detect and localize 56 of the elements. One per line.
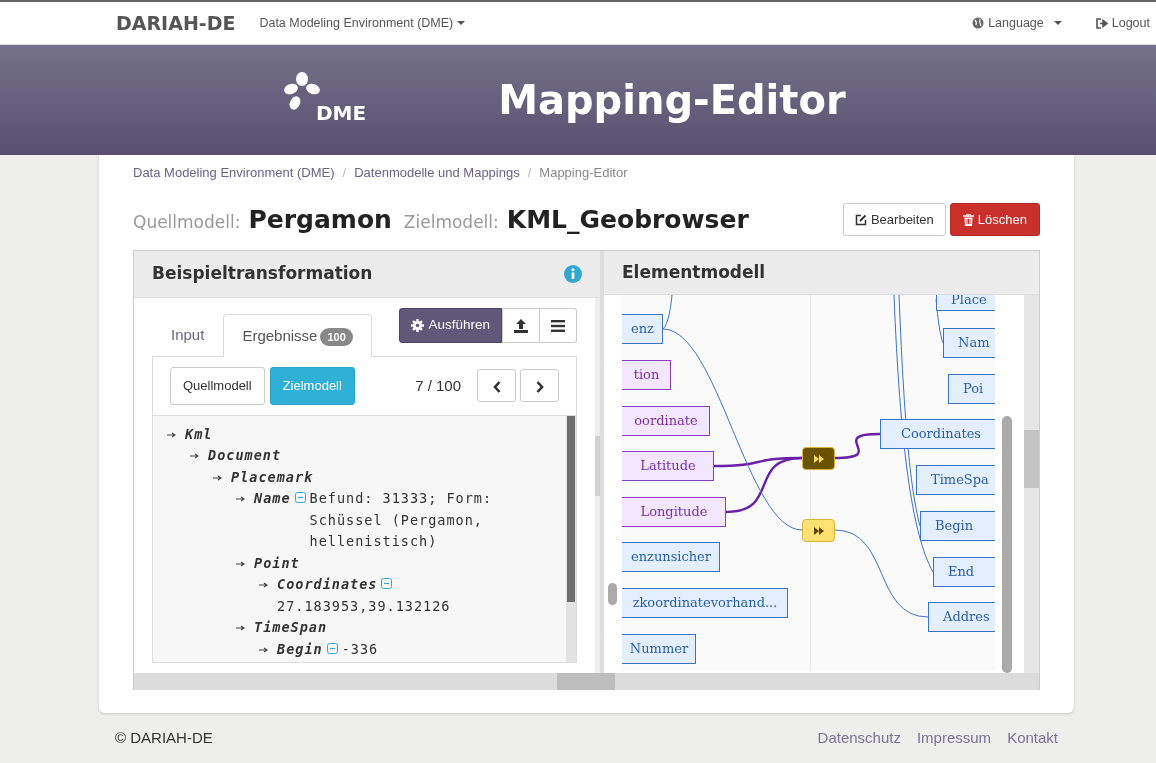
target-element-node[interactable]: Addres (928, 602, 995, 632)
target-model-name: KML_Geobrowser (506, 203, 749, 236)
breadcrumb-item[interactable]: Data Modeling Environment (DME) (133, 163, 335, 189)
breadcrumb-item: Mapping-Editor (539, 164, 628, 182)
breadcrumb-item[interactable]: Datenmodelle und Mappings (354, 163, 520, 189)
breadcrumb-separator: / (342, 164, 347, 182)
language-menu[interactable]: Language (972, 13, 1062, 33)
brand-title[interactable]: DARIAH-DE (116, 8, 236, 38)
source-element-node[interactable]: oordinate (622, 406, 710, 436)
menu-link[interactable]: Data Modeling Environment (DME) (259, 13, 466, 33)
heading-label: Zielmodell: (403, 210, 499, 234)
source-element-node[interactable]: Latitude (622, 451, 714, 481)
page-title: Mapping-Editor (498, 76, 846, 125)
element-tag: Kml (185, 423, 213, 446)
heading-label: Quellmodell: (133, 210, 241, 234)
source-model-name: Pergamon (248, 203, 392, 236)
source-element-node[interactable]: enz (622, 314, 663, 344)
tab[interactable]: Ergebnisse 100 (223, 313, 372, 357)
edit-button[interactable]: Bearbeiten (842, 202, 946, 237)
source-element-node[interactable]: tion (622, 360, 671, 390)
panel-title: Elementmodell (622, 260, 766, 284)
footer-link[interactable]: Datenschutz (817, 726, 901, 750)
element-value: 27.183953,39.132126 (277, 596, 452, 616)
element-value: Befund: 31333; Form: Schüssel (Pergamon, hellenistisch) (309, 489, 494, 552)
delete-button[interactable]: Löschen (949, 202, 1040, 237)
source-element-node[interactable]: Longitude (622, 497, 726, 527)
element-tag: Name (254, 488, 291, 510)
run-button[interactable]: Ausführen (399, 308, 502, 343)
copyright-text: © DARIAH-DE (115, 727, 213, 748)
footer-link[interactable]: Impressum (916, 726, 992, 750)
target-element-node[interactable]: Nam (943, 328, 995, 358)
target-element-node[interactable]: End (933, 557, 995, 587)
element-tag: Point (254, 552, 300, 575)
footer-link[interactable]: Kontakt (1007, 726, 1058, 750)
source-element-node[interactable]: zkoordinatevorhand... (622, 588, 788, 618)
element-value: -336 (341, 639, 380, 659)
breadcrumb-separator: / (527, 164, 532, 182)
panel-title: Beispieltransformation (152, 262, 373, 286)
target-element-node[interactable]: Place (936, 295, 995, 311)
element-tag: Placemark (231, 466, 314, 489)
target-element-node[interactable]: Coordinates (880, 419, 995, 449)
element-tag: Coordinates (277, 574, 378, 596)
source-element-node[interactable]: enzunsicher (622, 542, 720, 572)
target-element-node[interactable]: Poi (948, 374, 995, 404)
logo-text: DME (316, 100, 367, 127)
source-element-node[interactable]: Nummer (622, 634, 696, 664)
element-tag: Begin (277, 638, 323, 661)
target-element-node[interactable]: Begin (920, 511, 995, 541)
logout-link[interactable]: Logout (1095, 13, 1150, 33)
element-tag: Document (208, 445, 282, 467)
model-toggle-button[interactable]: Quellmodell (170, 367, 265, 405)
tab[interactable]: Input (152, 312, 224, 356)
target-element-node[interactable]: TimeSpa (916, 465, 995, 495)
count-badge: 100 (320, 327, 353, 346)
page-counter: 7 / 100 (415, 375, 461, 396)
element-tag: TimeSpan (254, 617, 328, 639)
